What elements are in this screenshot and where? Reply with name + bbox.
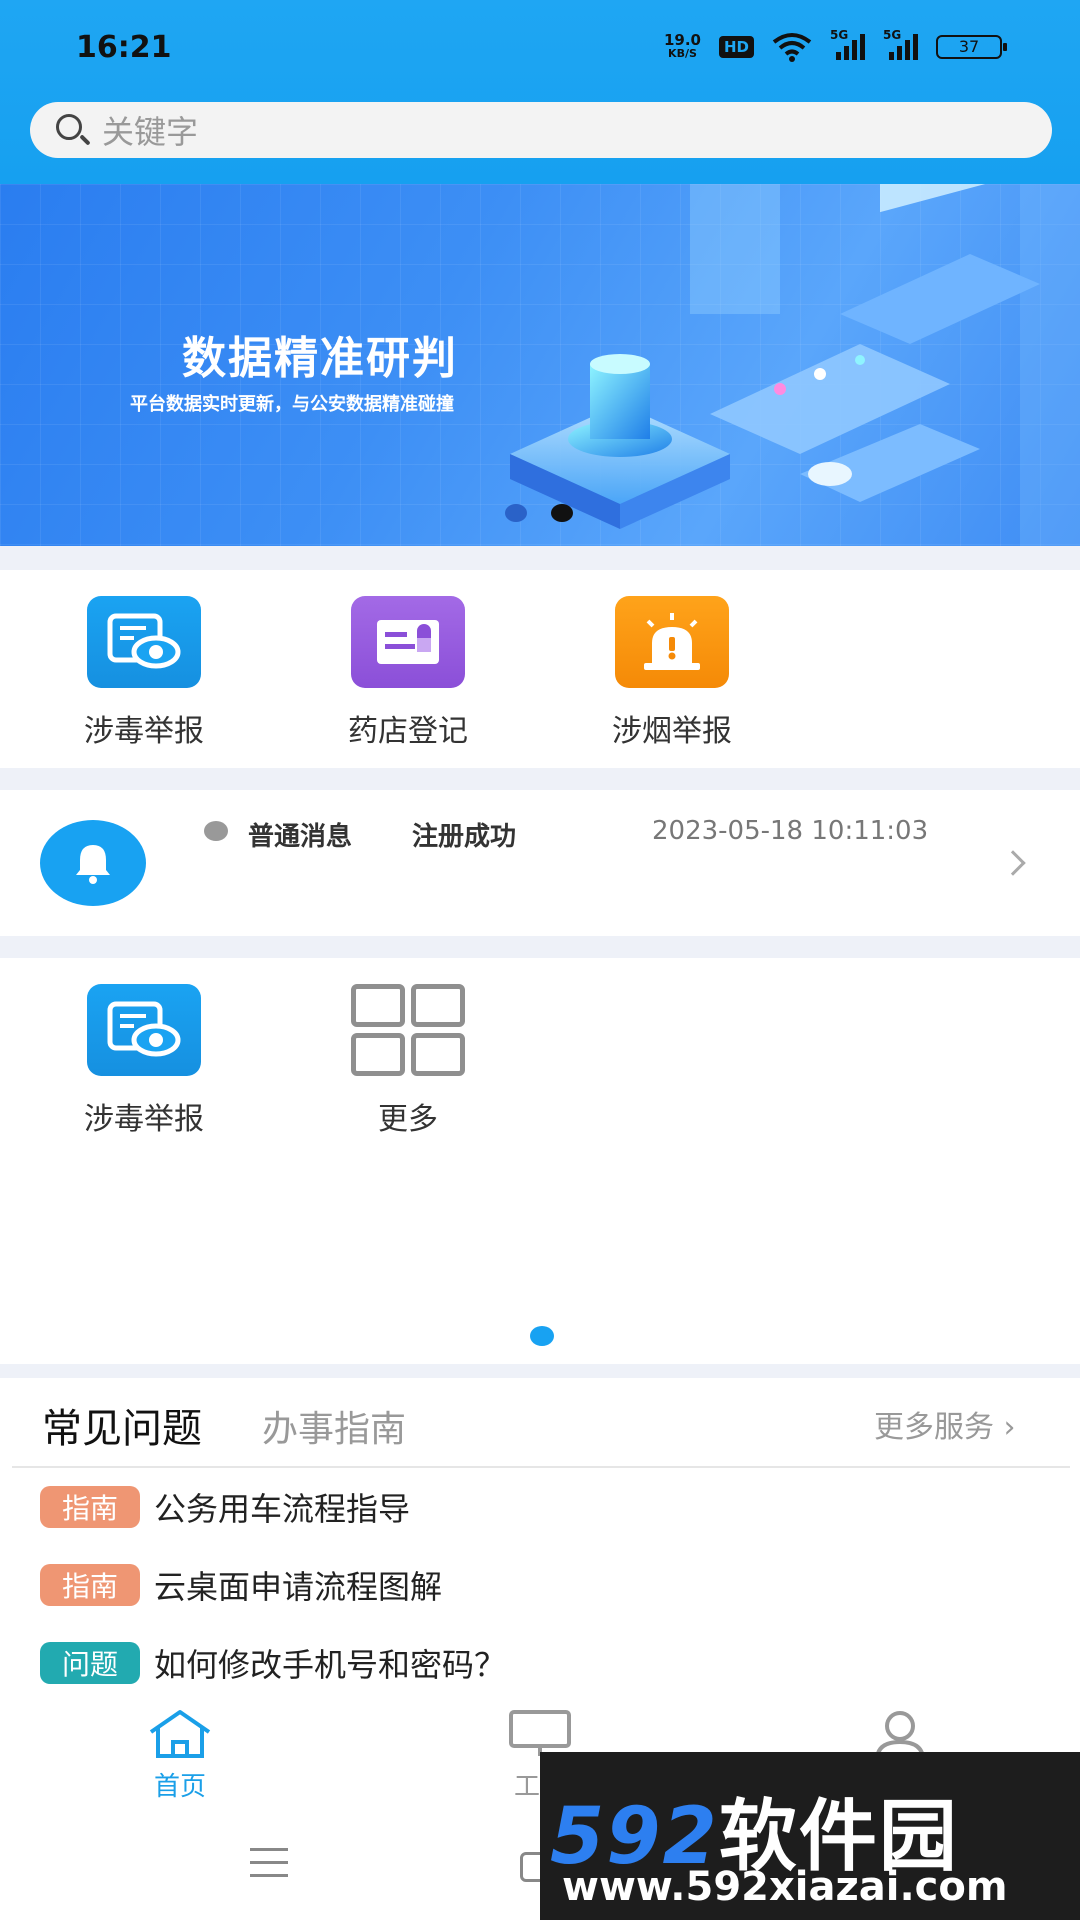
notice-bar[interactable]: 普通消息 注册成功 2023-05-18 10:11:03 (0, 790, 1080, 936)
faq-text: 云桌面申请流程图解 (154, 1568, 443, 1606)
nav-home[interactable]: 首页 (100, 1708, 260, 1803)
tab-faq[interactable]: 常见问题 (42, 1396, 202, 1454)
search-icon (52, 110, 92, 150)
search-input[interactable]: 关键字 (30, 102, 1052, 158)
notice-time: 2023-05-18 10:11:03 (652, 816, 929, 846)
notice-title: 注册成功 (412, 822, 517, 852)
alarm-light-icon (615, 596, 729, 688)
battery-icon: 37 (936, 35, 1007, 59)
faq-tag: 指南 (40, 1486, 140, 1528)
net-speed-unit: KB/S (668, 47, 697, 60)
faq-list-item[interactable]: 指南 公务用车流程指导 (40, 1484, 410, 1530)
notice-unread-dot (204, 821, 228, 841)
signal-icon-1: 5G (830, 28, 865, 60)
report-eye-icon (87, 984, 201, 1076)
banner-carousel[interactable]: 数据精准研判 平台数据实时更新，与公安数据精准碰撞 (0, 184, 1080, 546)
signal-label-2: 5G (883, 28, 902, 42)
site-watermark: 592软件园 www.592xiazai.com (540, 1752, 1080, 1920)
home-icon (149, 1710, 211, 1758)
status-icons: 19.0 KB/S HD 5G 5G 37 (664, 28, 1007, 62)
data-platform-illustration (510, 184, 1080, 546)
more-services-label: 更多服务 (874, 1410, 994, 1445)
app-grid: 涉毒举报 更多 (0, 958, 1080, 1364)
app-label: 更多 (378, 1102, 438, 1137)
chevron-right-icon: › (994, 1410, 1016, 1445)
signal-label-1: 5G (830, 28, 849, 42)
faq-text: 公务用车流程指导 (154, 1490, 411, 1528)
bell-icon (40, 820, 146, 906)
faq-list-item[interactable]: 指南 云桌面申请流程图解 (40, 1562, 442, 1608)
banner-pagination (505, 504, 573, 522)
faq-section: 常见问题 办事指南 更多服务 › 指南 公务用车流程指导 指南 云桌面申请流程图… (0, 1378, 1080, 1718)
banner-subtitle: 平台数据实时更新，与公安数据精准碰撞 (130, 394, 454, 415)
wifi-icon (772, 33, 812, 62)
pharmacy-card-icon (351, 596, 465, 688)
chevron-right-icon[interactable] (1000, 850, 1026, 876)
header: 16:21 19.0 KB/S HD 5G 5G 37 关键字 (0, 0, 1080, 184)
banner-dot-active[interactable] (551, 504, 573, 522)
faq-text: 如何修改手机号和密码？ (154, 1646, 507, 1684)
menu-icon[interactable] (250, 1848, 288, 1887)
service-item-pharmacy-register[interactable]: 药店登记 (308, 596, 508, 750)
faq-list-item[interactable]: 问题 如何修改手机号和密码？ (40, 1640, 506, 1686)
grid-more-icon (351, 984, 465, 1076)
service-label: 涉烟举报 (612, 714, 732, 749)
more-services-link[interactable]: 更多服务 › (874, 1402, 1016, 1446)
app-label: 涉毒举报 (84, 1102, 204, 1137)
signal-icon-2: 5G (883, 28, 918, 60)
tab-guide[interactable]: 办事指南 (262, 1400, 406, 1452)
banner-dot[interactable] (505, 504, 527, 522)
net-speed: 19.0 KB/S (664, 33, 701, 61)
status-time: 16:21 (76, 30, 172, 65)
banner-title: 数据精准研判 (182, 333, 458, 384)
service-grid: 涉毒举报 药店登记 涉烟举报 (0, 570, 1080, 768)
divider (12, 1466, 1070, 1468)
faq-tabs: 常见问题 办事指南 更多服务 › (0, 1378, 1080, 1466)
service-item-drug-report[interactable]: 涉毒举报 (44, 596, 244, 750)
status-bar: 16:21 19.0 KB/S HD 5G 5G 37 (0, 0, 1080, 100)
service-label: 药店登记 (348, 714, 468, 749)
faq-tag: 指南 (40, 1564, 140, 1606)
search-placeholder: 关键字 (102, 113, 199, 151)
report-eye-icon (87, 596, 201, 688)
net-speed-value: 19.0 (663, 31, 701, 49)
nav-home-label: 首页 (153, 1772, 206, 1802)
app-item-more[interactable]: 更多 (308, 984, 508, 1138)
notice-type: 普通消息 (248, 822, 353, 852)
hd-icon: HD (718, 36, 754, 58)
service-item-tobacco-report[interactable]: 涉烟举报 (572, 596, 772, 750)
service-label: 涉毒举报 (84, 714, 204, 749)
faq-tag: 问题 (40, 1642, 140, 1684)
watermark-url: www.592xiazai.com (562, 1864, 1008, 1910)
apps-page-dot (530, 1326, 554, 1346)
app-item-drug-report[interactable]: 涉毒举报 (44, 984, 244, 1138)
